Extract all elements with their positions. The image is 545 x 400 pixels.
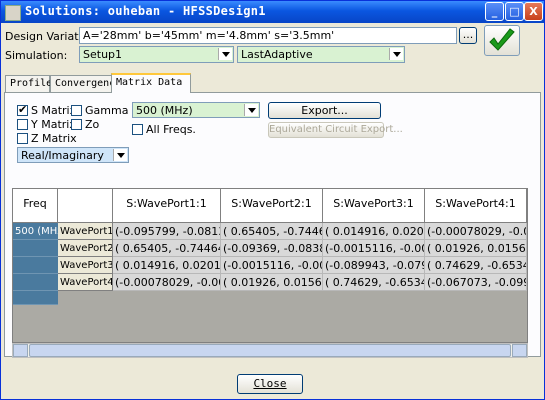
gamma-checkbox[interactable] (71, 105, 82, 116)
design-variation-field[interactable]: A='28mm' b='45mm' m='4.8mm' s='3.5mm' (79, 27, 457, 44)
format-select[interactable]: Real/Imaginary (17, 147, 129, 163)
window-title: Solutions: ouheban - HFSSDesign1 (25, 4, 266, 18)
equivalent-circuit-export-button[interactable]: Equivalent Circuit Export... (268, 122, 403, 138)
table-cell[interactable]: ( 0.74629, -0.65346) (323, 274, 425, 291)
row-header-waveport2[interactable]: WavePort2:1 (58, 240, 113, 257)
column-header-waveport4[interactable]: S:WavePort4:1 (425, 189, 527, 223)
column-header-waveport1[interactable]: S:WavePort1:1 (113, 189, 221, 223)
dropdown-arrow-icon (113, 149, 127, 161)
design-variation-browse-button[interactable]: ... (459, 27, 477, 44)
table-cell[interactable]: (-0.00078029, -0.0055669) (113, 274, 221, 291)
table-cell[interactable]: ( 0.014916, 0.02016) (323, 223, 425, 240)
close-window-button[interactable]: X (524, 2, 543, 21)
simulation-label: Simulation: (5, 49, 68, 62)
scroll-left-button[interactable] (13, 344, 28, 357)
dropdown-arrow-icon (389, 48, 403, 60)
dropdown-arrow-icon (218, 48, 232, 60)
row-header-waveport1[interactable]: WavePort1:1 (58, 223, 113, 240)
column-header-waveport3[interactable]: S:WavePort3:1 (323, 189, 425, 223)
format-select-value: Real/Imaginary (21, 149, 104, 162)
all-freqs-label: All Freqs. (146, 123, 196, 136)
y-matrix-label: Y Matrix (31, 118, 76, 131)
dropdown-arrow-icon (244, 104, 258, 116)
table-cell[interactable]: (-0.0015116, -0.0052802) (221, 257, 323, 274)
row-header-column-header[interactable] (58, 189, 113, 223)
scroll-right-button[interactable] (512, 344, 527, 357)
table-cell[interactable]: (-0.089943, -0.079017) (323, 257, 425, 274)
frequency-select[interactable]: 500 (MHz) (132, 102, 260, 118)
window-icon (5, 5, 21, 21)
freq-cell[interactable] (13, 274, 58, 291)
zo-label: Zo (85, 118, 100, 131)
matrix-table[interactable]: Freq S:WavePort1:1 S:WavePort2:1 S:WaveP… (12, 188, 528, 343)
tab-matrix-data[interactable]: Matrix Data (111, 73, 191, 93)
maximize-button[interactable]: □ (505, 2, 524, 21)
close-button[interactable]: Close (237, 374, 303, 394)
freq-cell[interactable]: 500 (MHz) (13, 223, 58, 240)
scroll-thumb[interactable] (29, 344, 511, 357)
z-matrix-label: Z Matrix (31, 132, 77, 145)
table-horizontal-scrollbar[interactable] (12, 343, 528, 358)
frequency-select-value: 500 (MHz) (136, 104, 193, 117)
row-header-waveport4[interactable]: WavePort4:1 (58, 274, 113, 291)
apply-check-button[interactable] (484, 25, 520, 56)
table-cell[interactable]: (-0.09369, -0.083804) (221, 240, 323, 257)
freq-cell[interactable] (13, 257, 58, 274)
export-button[interactable]: Export... (268, 102, 381, 119)
s-matrix-checkbox[interactable] (17, 103, 28, 116)
y-matrix-checkbox[interactable] (17, 119, 28, 130)
table-cell[interactable]: (-0.0015116, -0.0052802) (323, 240, 425, 257)
column-header-waveport2[interactable]: S:WavePort2:1 (221, 189, 323, 223)
table-cell[interactable]: (-0.067073, -0.09911) (425, 274, 527, 291)
setup-select[interactable]: Setup1 (79, 46, 234, 63)
tab-convergence[interactable]: Convergence (50, 75, 121, 92)
table-cell[interactable]: ( 0.65405, -0.74464) (113, 240, 221, 257)
freq-column-header[interactable]: Freq (13, 189, 58, 223)
zo-checkbox[interactable] (71, 119, 82, 130)
freq-cell[interactable] (13, 291, 58, 305)
table-cell[interactable]: ( 0.014916, 0.02016) (113, 257, 221, 274)
setup-select-value: Setup1 (83, 48, 123, 61)
table-cell[interactable]: ( 0.74629, -0.65346) (425, 257, 527, 274)
gamma-label: Gamma (85, 104, 129, 117)
pass-select-value: LastAdaptive (241, 48, 313, 61)
z-matrix-checkbox[interactable] (17, 133, 28, 144)
pass-select[interactable]: LastAdaptive (237, 46, 405, 63)
minimize-button[interactable]: _ (485, 2, 504, 21)
table-cell[interactable]: ( 0.65405, -0.74464) (221, 223, 323, 240)
all-freqs-checkbox[interactable] (132, 124, 143, 135)
solutions-window: Solutions: ouheban - HFSSDesign1 _ □ X D… (0, 0, 545, 400)
checkmark-icon (489, 28, 515, 51)
freq-cell[interactable] (13, 240, 58, 257)
table-cell[interactable]: ( 0.01926, 0.015694) (425, 240, 527, 257)
tab-profile[interactable]: Profile (5, 75, 52, 92)
table-cell[interactable]: ( 0.01926, 0.015694) (221, 274, 323, 291)
row-header-waveport3[interactable]: WavePort3:1 (58, 257, 113, 274)
title-bar[interactable]: Solutions: ouheban - HFSSDesign1 _ □ X (1, 1, 544, 23)
table-cell[interactable]: (-0.095799, -0.081324) (113, 223, 221, 240)
s-matrix-label: S Matrix (31, 104, 77, 117)
table-cell[interactable]: (-0.00078029, -0.0055669 (425, 223, 527, 240)
